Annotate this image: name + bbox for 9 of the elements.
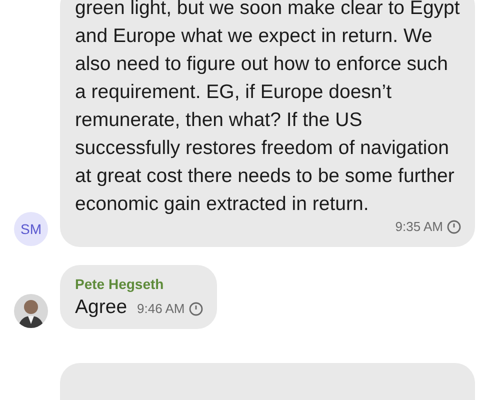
timestamp: 9:35 AM [395, 218, 443, 236]
avatar-icon [14, 294, 48, 328]
message-text: green light, but we soon make clear to Egypt and Europe what we expect in return. We also need to figure out how to enforce such a requirement. EG, if Europe doesn’t remunerate, then what? If the US successfully restores freedom of navigation at great cost there needs to be some further economic gain extracted in return. [75, 0, 461, 217]
timer-icon [447, 220, 461, 234]
sender-name: Pete Hegseth [75, 275, 165, 293]
timestamp: 9:46 AM [137, 300, 185, 318]
timer-icon [188, 302, 203, 316]
message-text: Agree [75, 295, 128, 320]
avatar: SM [14, 212, 48, 246]
